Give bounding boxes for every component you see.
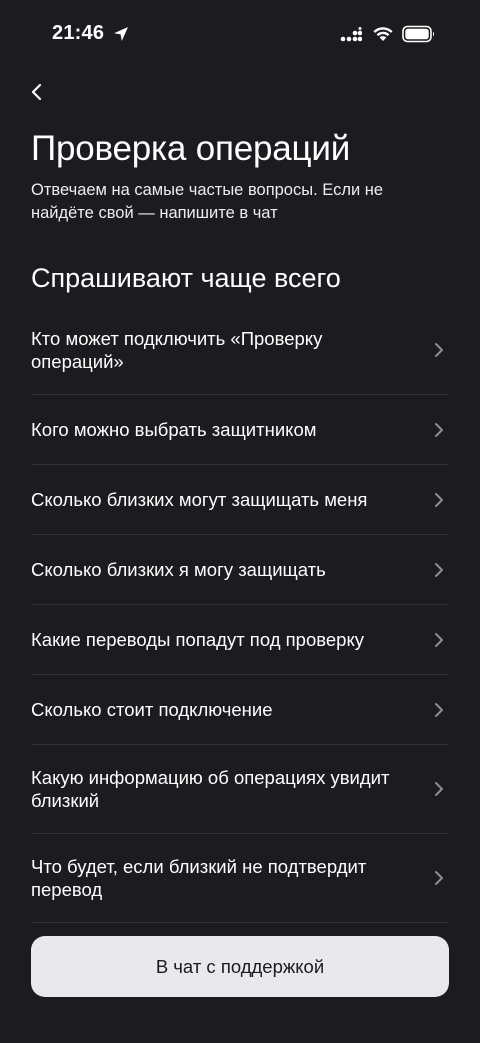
chevron-right-icon <box>435 702 443 717</box>
faq-list: Кто может подключить «Проверку операций»… <box>31 305 449 923</box>
chevron-left-icon <box>31 83 42 101</box>
faq-item-label: Кого можно выбрать защитником <box>31 419 317 440</box>
faq-item-label: Сколько близких я могу защищать <box>31 559 326 580</box>
support-chat-button[interactable]: В чат с поддержкой <box>31 936 449 997</box>
faq-item-which-transfers[interactable]: Какие переводы попадут под проверку <box>31 605 449 675</box>
chevron-right-icon <box>435 492 443 507</box>
faq-item-how-many-i-protect[interactable]: Сколько близких я могу защищать <box>31 535 449 605</box>
back-button[interactable] <box>24 78 52 106</box>
faq-item-who-can-connect[interactable]: Кто может подключить «Проверку операций» <box>31 305 449 395</box>
faq-item-what-info-visible[interactable]: Какую информацию об операциях увидит бли… <box>31 745 449 834</box>
faq-item-label: Сколько стоит подключение <box>31 699 273 720</box>
faq-item-if-not-confirmed[interactable]: Что будет, если близкий не подтвердит пе… <box>31 834 449 923</box>
chevron-right-icon <box>435 342 443 357</box>
faq-item-label: Какие переводы попадут под проверку <box>31 629 364 650</box>
faq-item-label: Кто может подключить «Проверку операций» <box>31 327 323 372</box>
faq-item-label: Сколько близких могут защищать меня <box>31 489 368 510</box>
faq-item-how-many-protect-me[interactable]: Сколько близких могут защищать меня <box>31 465 449 535</box>
chevron-right-icon <box>435 632 443 647</box>
status-time: 21:46 <box>52 22 105 44</box>
faq-item-label: Какую информацию об операциях увидит бли… <box>31 767 390 811</box>
chevron-right-icon <box>435 871 443 885</box>
cellular-signal-icon <box>340 27 362 42</box>
page-title: Проверка операций <box>31 129 351 168</box>
battery-icon <box>402 25 435 43</box>
faq-section-title: Спрашивают чаще всего <box>31 263 341 293</box>
wifi-icon <box>373 27 393 41</box>
chevron-right-icon <box>435 562 443 577</box>
faq-item-choose-defender[interactable]: Кого можно выбрать защитником <box>31 395 449 465</box>
faq-item-connection-cost[interactable]: Сколько стоит подключение <box>31 675 449 745</box>
location-arrow-icon <box>114 27 128 41</box>
page-subtitle: Отвечаем на самые частые вопросы. Если н… <box>31 181 384 222</box>
chevron-right-icon <box>435 422 443 437</box>
faq-item-label: Что будет, если близкий не подтвердит пе… <box>31 856 367 900</box>
status-bar: 21:46 <box>0 0 480 70</box>
chevron-right-icon <box>435 782 443 796</box>
